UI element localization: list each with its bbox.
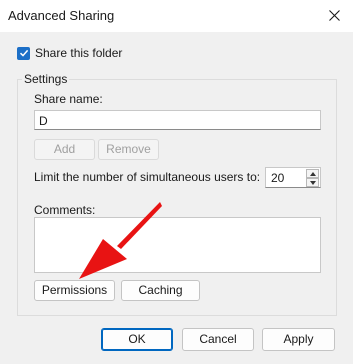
chevron-up-icon xyxy=(310,172,316,176)
advanced-sharing-dialog: Advanced Sharing Share this folder Setti… xyxy=(0,0,353,364)
settings-legend: Settings xyxy=(22,72,70,86)
comments-textarea[interactable] xyxy=(34,217,321,273)
apply-button[interactable]: Apply xyxy=(262,328,335,351)
window-title: Advanced Sharing xyxy=(8,8,115,23)
share-folder-label[interactable]: Share this folder xyxy=(35,46,122,60)
spin-up-button[interactable] xyxy=(306,169,319,178)
share-name-input[interactable]: D xyxy=(34,110,321,130)
checkmark-icon xyxy=(19,49,28,57)
chevron-down-icon xyxy=(310,181,316,185)
user-limit-spinner[interactable]: 20 xyxy=(265,167,321,188)
permissions-button[interactable]: Permissions xyxy=(34,280,115,301)
share-folder-row: Share this folder xyxy=(17,46,122,60)
close-button[interactable] xyxy=(317,0,353,32)
share-folder-checkbox[interactable] xyxy=(17,46,30,60)
share-name-label: Share name: xyxy=(34,92,103,106)
title-bar: Advanced Sharing xyxy=(0,0,353,32)
cancel-button[interactable]: Cancel xyxy=(182,328,254,351)
ok-button[interactable]: OK xyxy=(101,328,173,351)
comments-label: Comments: xyxy=(34,203,96,217)
remove-button[interactable]: Remove xyxy=(98,139,159,160)
dialog-body: Share this folder Settings Share name: D… xyxy=(0,32,353,364)
spin-down-button[interactable] xyxy=(306,178,319,187)
close-icon xyxy=(329,10,340,21)
limit-users-label: Limit the number of simultaneous users t… xyxy=(34,170,261,184)
user-limit-value[interactable]: 20 xyxy=(271,171,284,185)
caching-button[interactable]: Caching xyxy=(121,280,200,301)
add-button[interactable]: Add xyxy=(34,139,95,160)
